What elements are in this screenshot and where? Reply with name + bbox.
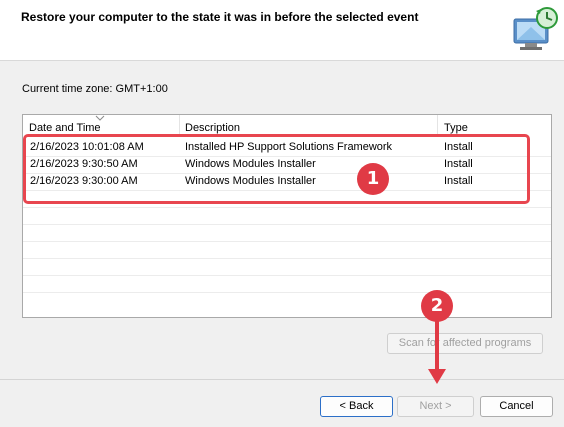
annotation-badge-2: 2 — [421, 290, 453, 322]
dialog-header: Restore your computer to the state it wa… — [0, 0, 564, 61]
annotation-badge-1: 1 — [357, 163, 389, 195]
next-button[interactable]: Next > — [397, 396, 474, 417]
cancel-button[interactable]: Cancel — [480, 396, 553, 417]
annotation-arrow-shaft — [435, 320, 439, 372]
row-gridline — [23, 241, 551, 242]
back-button[interactable]: < Back — [320, 396, 393, 417]
sort-descending-icon — [95, 115, 105, 121]
footer-divider — [0, 379, 564, 380]
column-divider[interactable] — [179, 115, 180, 136]
annotation-highlight-box — [23, 134, 530, 204]
row-gridline — [23, 207, 551, 208]
annotation-arrow-head-icon — [428, 369, 446, 384]
column-header-date[interactable]: Date and Time — [29, 122, 101, 134]
timezone-label: Current time zone: GMT+1:00 — [22, 83, 168, 95]
column-divider[interactable] — [437, 115, 438, 136]
row-gridline — [23, 292, 551, 293]
page-title: Restore your computer to the state it wa… — [21, 10, 419, 24]
row-gridline — [23, 224, 551, 225]
row-gridline — [23, 275, 551, 276]
column-header-description[interactable]: Description — [185, 122, 240, 134]
column-header-type[interactable]: Type — [444, 122, 468, 134]
scan-affected-programs-button[interactable]: Scan for affected programs — [387, 333, 543, 354]
row-gridline — [23, 258, 551, 259]
table-header: Date and Time Description Type — [23, 115, 551, 136]
system-restore-icon — [513, 7, 558, 50]
